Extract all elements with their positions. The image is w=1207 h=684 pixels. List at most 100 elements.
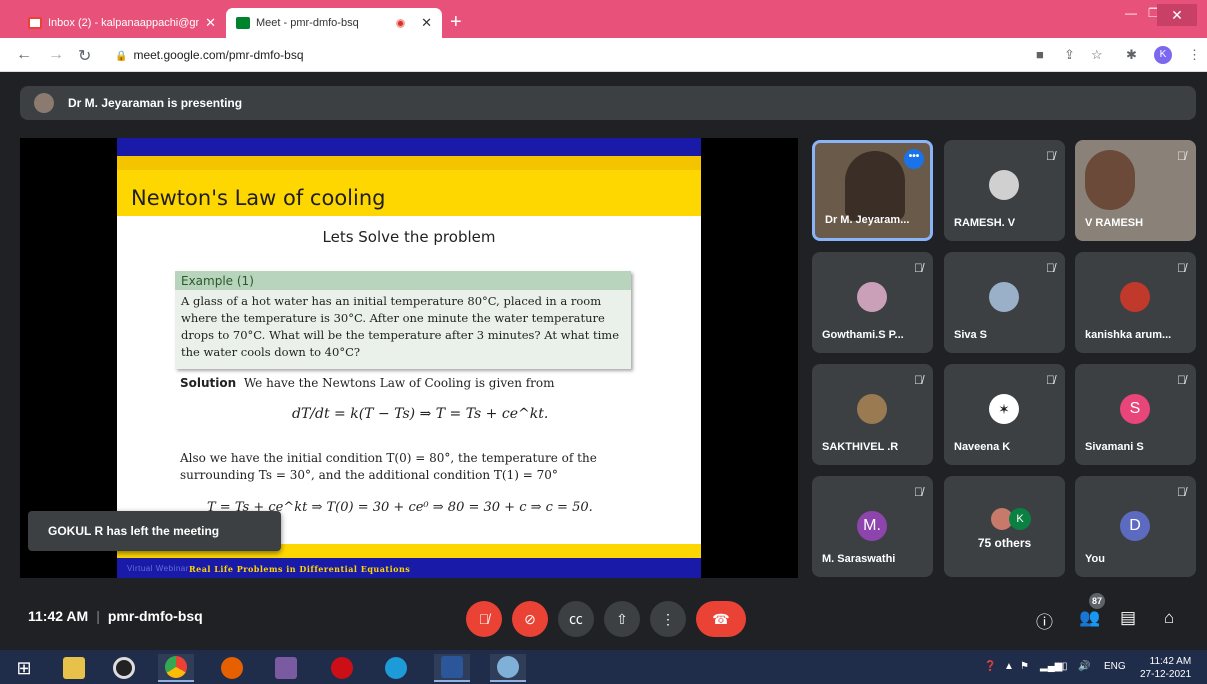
participant-name: V RAMESH — [1085, 217, 1144, 229]
camera-toggle-button[interactable]: ⊘ — [512, 601, 548, 637]
participant-tile[interactable]: 🎙̸ M. M. Saraswathi — [812, 476, 933, 577]
share-icon[interactable]: ⇪ — [1064, 47, 1075, 63]
url-text: meet.google.com/pmr-dmfo-bsq — [133, 48, 304, 62]
menu-icon[interactable]: ⋮ — [1188, 47, 1201, 63]
taskbar-clock[interactable]: 11:42 AM 27-12-2021 — [1140, 655, 1191, 681]
presenting-banner: Dr M. Jeyaraman is presenting — [20, 86, 1196, 120]
captions-button[interactable]: ㏄ — [558, 601, 594, 637]
minimize-button[interactable]: — — [1125, 6, 1137, 20]
reload-icon[interactable]: ↻ — [78, 46, 91, 66]
opera-icon — [331, 657, 353, 679]
mic-off-icon: 🎙̸ — [1046, 149, 1055, 163]
video-feed — [1085, 150, 1135, 210]
camera-off-icon: ⊘ — [524, 611, 536, 627]
taskbar-word[interactable] — [434, 654, 470, 682]
edge-icon — [385, 657, 407, 679]
paint-icon — [497, 656, 519, 678]
firefox-icon — [221, 657, 243, 679]
battery-icon[interactable]: ▯ — [1062, 661, 1068, 672]
participant-name: Naveena K — [954, 441, 1011, 453]
leave-call-button[interactable]: ☎ — [696, 601, 746, 637]
example-body: A glass of a hot water has an initial te… — [181, 294, 620, 359]
participant-tile[interactable]: 🎙̸ Gowthami.S P... — [812, 252, 933, 353]
participant-name: Siva S — [954, 329, 988, 341]
windows-icon: ⊞ — [16, 657, 32, 678]
extensions-icon[interactable]: ✱ — [1126, 47, 1137, 63]
captions-icon: ㏄ — [569, 611, 583, 627]
example-heading: Example (1) — [175, 271, 631, 290]
participant-tile[interactable]: 🎙̸ S Sivamani S — [1075, 364, 1196, 465]
window-close-button[interactable]: ✕ — [1157, 4, 1197, 26]
participant-tile[interactable]: 🎙̸ Siva S — [944, 252, 1065, 353]
activities-button[interactable]: ⌂ — [1164, 608, 1174, 628]
people-button[interactable]: 👥 — [1079, 608, 1100, 628]
volume-icon[interactable]: 🔊 — [1078, 661, 1090, 672]
equation-1: dT/dt = k(T − Ts) ⇒ T = Ts + ce^kt. — [292, 406, 549, 422]
profile-avatar[interactable]: K — [1154, 46, 1172, 64]
mic-off-icon: 🎙̸ — [478, 611, 490, 627]
participant-avatar: M. — [857, 511, 887, 541]
taskbar-paint[interactable] — [490, 654, 526, 682]
presenting-text: Dr M. Jeyaraman is presenting — [68, 96, 243, 110]
network-icon[interactable]: ▂▄▆ — [1040, 661, 1062, 672]
participant-count-badge: 87 — [1089, 593, 1105, 609]
taskbar-chrome[interactable] — [158, 654, 194, 682]
chat-button[interactable]: ▤ — [1120, 608, 1136, 628]
address-bar: ← → ↻ 🔒 meet.google.com/pmr-dmfo-bsq ■ ⇪ … — [0, 38, 1207, 72]
taskbar-firefox[interactable] — [214, 654, 250, 682]
taskbar-edge[interactable] — [378, 654, 414, 682]
participant-avatar — [989, 282, 1019, 312]
meet-icon — [236, 17, 250, 29]
star-icon[interactable]: ☆ — [1091, 47, 1103, 63]
info-button[interactable]: ⓘ — [1036, 608, 1053, 633]
participant-tile[interactable]: 🎙̸ SAKTHIVEL .R — [812, 364, 933, 465]
participant-name: SAKTHIVEL .R — [822, 441, 899, 453]
participant-tile[interactable]: 🎙̸ RAMESH. V — [944, 140, 1065, 241]
flag-icon[interactable]: ⚑ — [1020, 661, 1029, 672]
participant-tile-self[interactable]: 🎙̸ D You — [1075, 476, 1196, 577]
mic-off-icon: 🎙̸ — [1177, 149, 1186, 163]
mic-off-icon: 🎙̸ — [1177, 485, 1186, 499]
gmail-icon — [28, 17, 42, 29]
others-tile[interactable]: K 75 others — [944, 476, 1065, 577]
participant-tile[interactable]: 🎙̸ kanishka arum... — [1075, 252, 1196, 353]
chat-icon: ▤ — [1120, 608, 1137, 627]
camera-icon[interactable]: ■ — [1036, 47, 1044, 62]
back-icon[interactable]: ← — [16, 46, 32, 64]
slide-top-band — [117, 138, 701, 156]
more-options-icon[interactable]: ••• — [904, 149, 924, 169]
participant-tile[interactable]: 🎙̸ ✶ Naveena K — [944, 364, 1065, 465]
url-field[interactable]: 🔒 meet.google.com/pmr-dmfo-bsq — [115, 48, 304, 62]
taskbar-opera[interactable] — [324, 654, 360, 682]
help-icon[interactable]: ❓ — [984, 661, 996, 672]
participant-tile[interactable]: ••• Dr M. Jeyaram... — [812, 140, 933, 241]
forward-icon[interactable]: → — [48, 46, 64, 64]
participant-avatar: K — [1009, 508, 1031, 530]
participant-avatar — [989, 170, 1019, 200]
video-feed — [845, 151, 905, 221]
new-tab-button[interactable]: + — [450, 11, 462, 34]
notification-toast: GOKUL R has left the meeting — [28, 511, 281, 551]
participant-tile[interactable]: 🎙̸ V RAMESH — [1075, 140, 1196, 241]
participant-name: Gowthami.S P... — [822, 329, 904, 341]
mic-off-icon: 🎙̸ — [1046, 373, 1055, 387]
others-avatars: K — [991, 508, 1031, 530]
taskbar-explorer[interactable] — [56, 654, 92, 682]
tab-meet[interactable]: Meet - pmr-dmfo-bsq ✕ — [226, 8, 442, 38]
explorer-icon — [63, 657, 85, 679]
meeting-time: 11:42 AM — [28, 608, 89, 624]
start-button[interactable]: ⊞ — [6, 654, 42, 682]
meeting-code: pmr-dmfo-bsq — [107, 608, 203, 624]
taskbar-app[interactable] — [268, 654, 304, 682]
tray-expand-icon[interactable]: ▲ — [1004, 661, 1014, 672]
taskbar-app[interactable] — [106, 654, 142, 682]
present-button[interactable]: ⇧ — [604, 601, 640, 637]
mic-off-icon: 🎙̸ — [914, 485, 923, 499]
more-options-button[interactable]: ⋮ — [650, 601, 686, 637]
tab-inbox[interactable]: Inbox (2) - kalpanaappachi@gmai ✕ — [18, 8, 226, 38]
close-icon[interactable]: ✕ — [421, 15, 432, 31]
mic-toggle-button[interactable]: 🎙̸ — [466, 601, 502, 637]
language-indicator[interactable]: ENG — [1104, 661, 1126, 672]
condition-text: Also we have the initial condition T(0) … — [180, 451, 597, 482]
close-icon[interactable]: ✕ — [205, 15, 216, 31]
